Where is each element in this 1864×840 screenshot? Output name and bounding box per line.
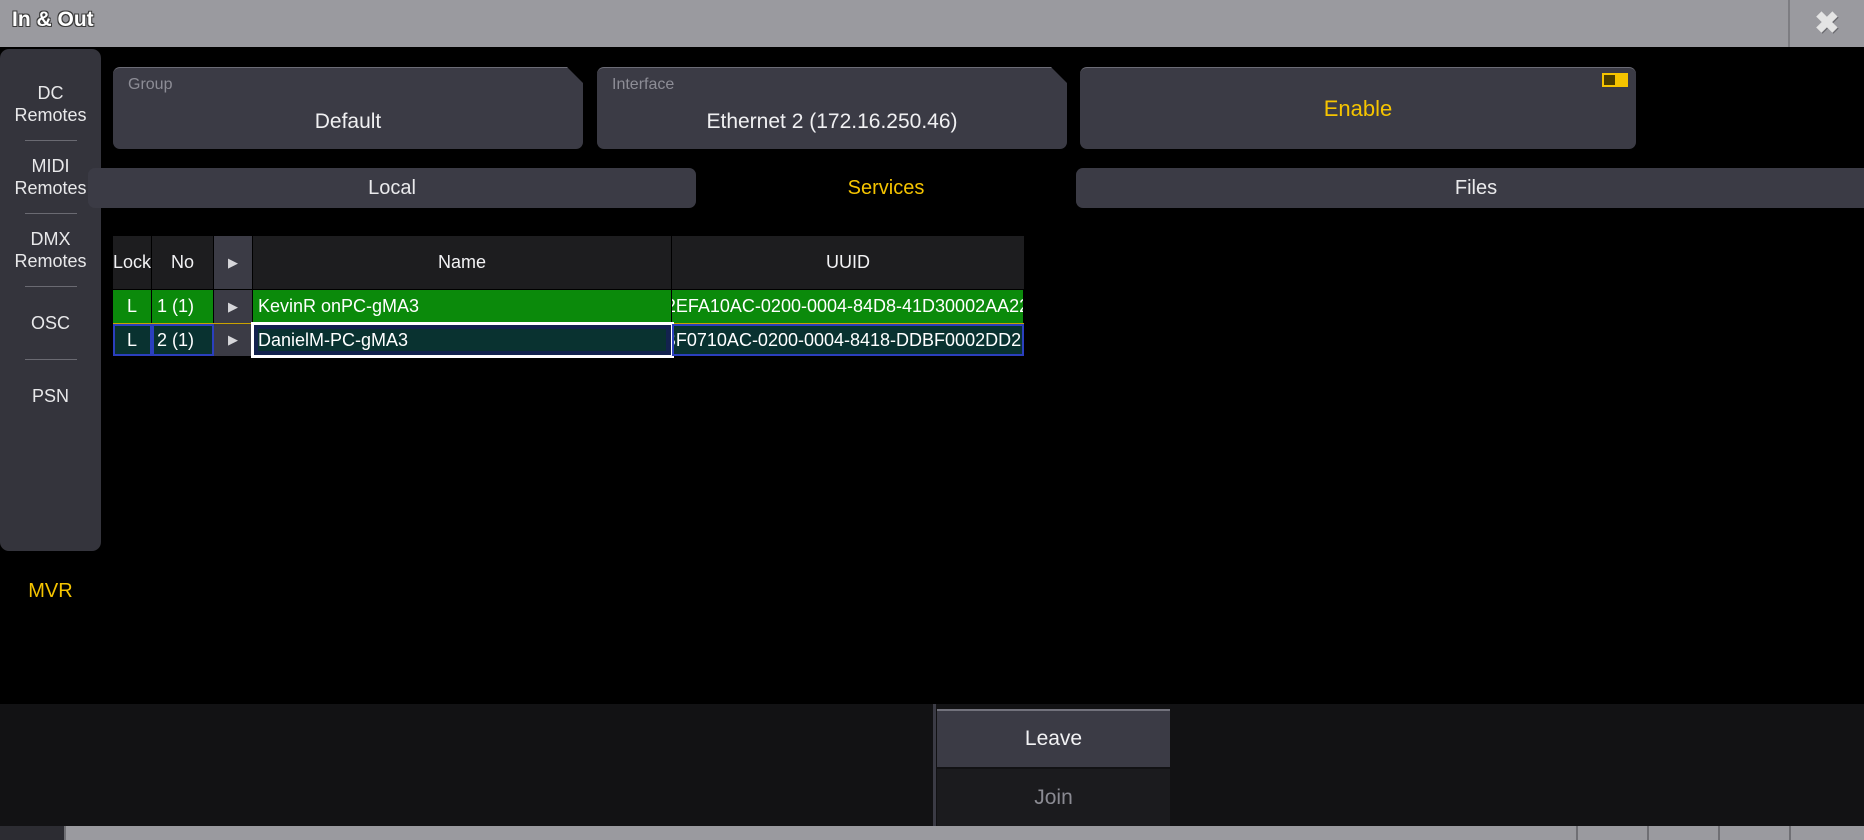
group-value: Default bbox=[113, 110, 583, 134]
interface-value: Ethernet 2 (172.16.250.46) bbox=[597, 110, 1067, 134]
close-icon: ✖ bbox=[1814, 9, 1839, 39]
sidebar-item-psn[interactable]: PSN bbox=[0, 360, 101, 432]
enable-button[interactable]: Enable bbox=[1080, 67, 1636, 149]
status-bar-divider bbox=[64, 826, 66, 840]
sidebar-item-label: DC Remotes bbox=[0, 82, 101, 126]
cell-no[interactable]: 2 (1) bbox=[152, 324, 214, 356]
close-button[interactable]: ✖ bbox=[1790, 0, 1864, 47]
tab-label: Local bbox=[368, 177, 416, 200]
status-bar-left-segment bbox=[0, 826, 64, 840]
cell-expand[interactable]: ▶ bbox=[214, 324, 253, 356]
sidebar-item-mvr[interactable]: MVR bbox=[0, 580, 101, 603]
services-table: Lock No ▶ Name UUID L 1 (1) ▶ KevinR onP… bbox=[113, 236, 1024, 356]
cell-lock[interactable]: L bbox=[113, 324, 152, 356]
action-button-group: Leave Join bbox=[937, 704, 1170, 822]
cell-no[interactable]: 1 (1) bbox=[152, 290, 214, 323]
sidebar-item-label: MIDI Remotes bbox=[0, 155, 101, 199]
title-bar: In & Out ✖ bbox=[0, 0, 1864, 47]
status-bar bbox=[0, 826, 1864, 840]
bottom-bar bbox=[0, 704, 1864, 826]
status-bar-divider bbox=[1647, 826, 1649, 840]
triangle-right-icon: ▶ bbox=[228, 332, 238, 348]
group-dropdown[interactable]: Group Default bbox=[113, 67, 583, 149]
column-header-uuid[interactable]: UUID bbox=[672, 236, 1024, 289]
interface-label: Interface bbox=[612, 76, 674, 94]
status-bar-divider bbox=[1576, 826, 1578, 840]
join-button-label: Join bbox=[1034, 786, 1073, 810]
tab-files[interactable]: Files bbox=[1076, 168, 1864, 208]
tab-services[interactable]: Services bbox=[696, 168, 1076, 208]
tab-label: Files bbox=[1455, 177, 1497, 200]
tab-label: Services bbox=[848, 177, 925, 200]
table-header-row: Lock No ▶ Name UUID bbox=[113, 236, 1024, 290]
cell-name[interactable]: DanielM-PC-gMA3 bbox=[253, 324, 672, 356]
page-title: In & Out bbox=[12, 8, 94, 32]
main-panel: Group Default Interface Ethernet 2 (172.… bbox=[101, 49, 1864, 704]
sidebar: DC Remotes MIDI Remotes DMX Remotes OSC … bbox=[0, 49, 101, 551]
column-header-name[interactable]: Name bbox=[253, 236, 672, 289]
table-row[interactable]: L 1 (1) ▶ KevinR onPC-gMA3 2EFA10AC-0200… bbox=[113, 290, 1024, 323]
status-bar-divider bbox=[1718, 826, 1720, 840]
leave-button-label: Leave bbox=[1025, 727, 1082, 751]
column-header-lock[interactable]: Lock bbox=[113, 236, 152, 289]
sidebar-item-osc[interactable]: OSC bbox=[0, 287, 101, 359]
enable-state-indicator bbox=[1602, 73, 1628, 87]
triangle-right-icon: ▶ bbox=[228, 255, 238, 271]
tab-local[interactable]: Local bbox=[88, 168, 696, 208]
join-button[interactable]: Join bbox=[937, 769, 1170, 827]
cell-lock[interactable]: L bbox=[113, 290, 152, 323]
sidebar-item-midi-remotes[interactable]: MIDI Remotes bbox=[0, 141, 101, 213]
group-label: Group bbox=[128, 76, 172, 94]
cell-expand[interactable]: ▶ bbox=[214, 290, 253, 323]
status-bar-divider bbox=[1789, 826, 1791, 840]
cell-uuid[interactable]: BF0710AC-0200-0004-8418-DDBF0002DD22 bbox=[672, 324, 1024, 356]
table-row[interactable]: L 2 (1) ▶ DanielM-PC-gMA3 BF0710AC-0200-… bbox=[113, 323, 1024, 356]
app-window: In & Out ✖ DC Remotes MIDI Remotes DMX R… bbox=[0, 0, 1864, 840]
bottom-bar-divider bbox=[933, 704, 936, 826]
sidebar-item-label: DMX Remotes bbox=[0, 228, 101, 272]
interface-dropdown[interactable]: Interface Ethernet 2 (172.16.250.46) bbox=[597, 67, 1067, 149]
cell-name[interactable]: KevinR onPC-gMA3 bbox=[253, 290, 672, 323]
column-header-no[interactable]: No bbox=[152, 236, 214, 289]
leave-button[interactable]: Leave bbox=[937, 709, 1170, 767]
triangle-right-icon: ▶ bbox=[228, 299, 238, 315]
column-header-expand[interactable]: ▶ bbox=[214, 236, 253, 289]
sidebar-item-dmx-remotes[interactable]: DMX Remotes bbox=[0, 214, 101, 286]
cell-uuid[interactable]: 2EFA10AC-0200-0004-84D8-41D30002AA22 bbox=[672, 290, 1024, 323]
sidebar-item-label: PSN bbox=[0, 385, 101, 407]
sidebar-item-label: OSC bbox=[0, 312, 101, 334]
enable-label: Enable bbox=[1080, 96, 1636, 122]
sidebar-item-dc-remotes[interactable]: DC Remotes bbox=[0, 68, 101, 140]
